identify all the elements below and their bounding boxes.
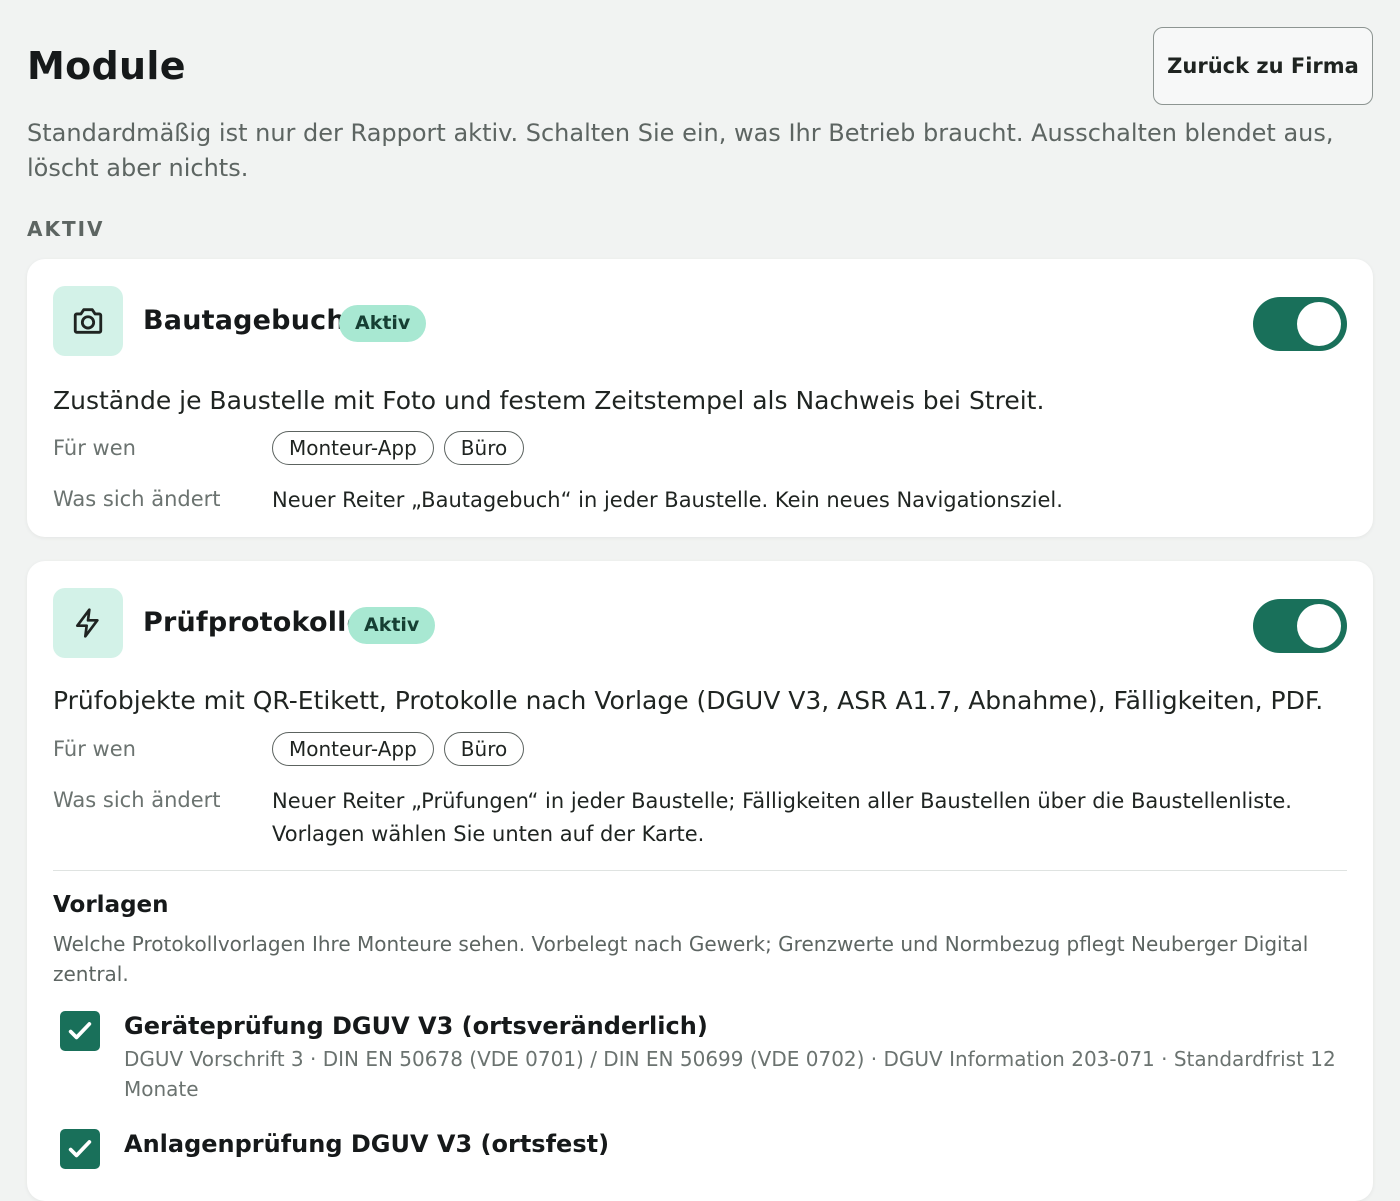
module-name: Prüfprotokolle — [143, 607, 366, 638]
module-description: Zustände je Baustelle mit Foto und feste… — [53, 386, 1045, 415]
module-toggle-bautagebuch[interactable] — [1253, 297, 1347, 351]
template-details: DGUV Vorschrift 3 · DIN EN 50678 (VDE 07… — [124, 1047, 1336, 1101]
page-header: Module Zurück zu Firma — [27, 0, 1373, 110]
audience-pill: Büro — [443, 732, 525, 766]
templates-description: Welche Protokollvorlagen Ihre Monteure s… — [53, 932, 1309, 986]
for-whom-pills: Monteur-App Büro — [272, 732, 525, 766]
template-name: Geräteprüfung DGUV V3 (ortsveränderlich) — [124, 1012, 708, 1040]
module-description: Prüfobjekte mit QR-Etikett, Protokolle n… — [53, 686, 1324, 715]
changes-text: Neuer Reiter „Prüfungen“ in jeder Bauste… — [272, 789, 1292, 846]
check-icon — [68, 1140, 92, 1158]
module-toggle-pruefprotokolle[interactable] — [1253, 599, 1347, 653]
modules-page: Module Zurück zu Firma Standardmäßig ist… — [27, 0, 1373, 1201]
camera-icon — [53, 286, 123, 356]
changes-text: Neuer Reiter „Bautagebuch“ in jeder Baus… — [272, 488, 1063, 512]
toggle-knob — [1297, 302, 1341, 346]
lightning-icon — [53, 588, 123, 658]
module-card-pruefprotokolle: Prüfprotokolle Aktiv Prüfobjekte mit QR-… — [27, 561, 1373, 1201]
status-badge: Aktiv — [339, 305, 427, 342]
for-whom-label: Für wen — [53, 737, 136, 761]
status-badge: Aktiv — [348, 607, 436, 644]
templates-title: Vorlagen — [53, 892, 169, 918]
changes-label: Was sich ändert — [53, 487, 221, 511]
module-card-bautagebuch: Bautagebuch Aktiv Zustände je Baustelle … — [27, 259, 1373, 537]
toggle-knob — [1297, 604, 1341, 648]
audience-pill: Monteur-App — [272, 431, 434, 465]
section-label-active: AKTIV — [27, 217, 105, 241]
page-title: Module — [27, 44, 186, 88]
audience-pill: Monteur-App — [272, 732, 434, 766]
back-to-company-button[interactable]: Zurück zu Firma — [1153, 27, 1373, 105]
for-whom-label: Für wen — [53, 436, 136, 460]
intro-text: Standardmäßig ist nur der Rapport aktiv.… — [27, 119, 1334, 182]
changes-label: Was sich ändert — [53, 788, 221, 812]
for-whom-pills: Monteur-App Büro — [272, 431, 525, 465]
module-name: Bautagebuch — [143, 305, 346, 336]
divider — [53, 870, 1347, 871]
template-name: Anlagenprüfung DGUV V3 (ortsfest) — [124, 1130, 610, 1158]
template-checkbox-geraetepruefung[interactable] — [60, 1011, 100, 1051]
check-icon — [68, 1022, 92, 1040]
template-checkbox-anlagenpruefung[interactable] — [60, 1129, 100, 1169]
audience-pill: Büro — [443, 431, 525, 465]
